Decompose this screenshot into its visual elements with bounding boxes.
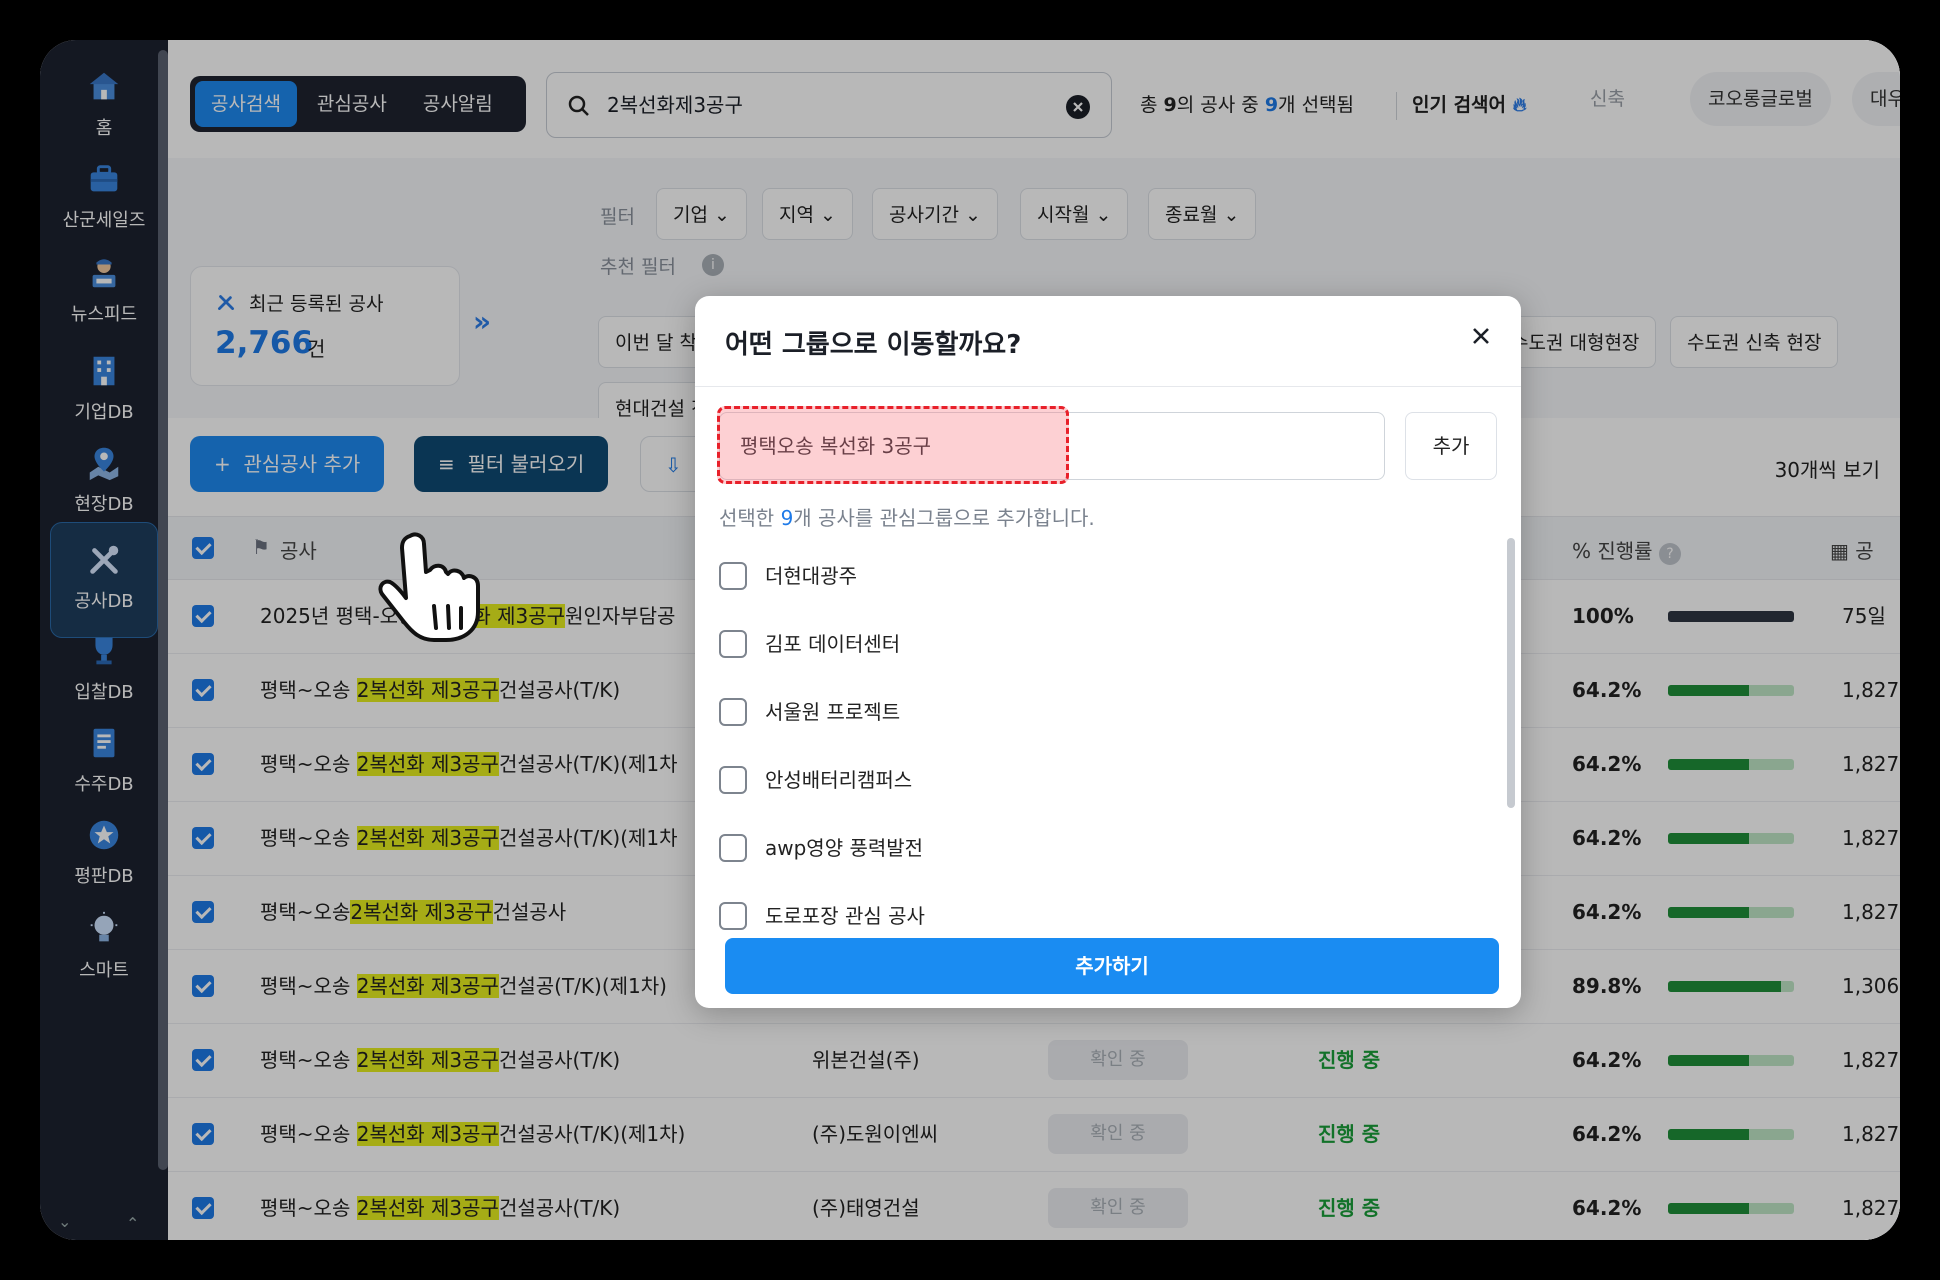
group-label: 서울원 프로젝트 bbox=[765, 700, 901, 724]
group-checkbox[interactable] bbox=[719, 630, 747, 658]
submit-button[interactable]: 추가하기 bbox=[725, 938, 1499, 994]
group-option[interactable]: 더현대광주 bbox=[719, 558, 1319, 598]
group-label: 김포 데이터센터 bbox=[765, 632, 901, 656]
group-option[interactable]: 서울원 프로젝트 bbox=[719, 694, 1319, 734]
group-checkbox[interactable] bbox=[719, 834, 747, 862]
group-list-scrollbar[interactable] bbox=[1507, 538, 1515, 808]
group-option[interactable]: 김포 데이터센터 bbox=[719, 626, 1319, 666]
group-label: 더현대광주 bbox=[765, 564, 857, 588]
divider bbox=[695, 386, 1521, 387]
group-checkbox[interactable] bbox=[719, 766, 747, 794]
dialog-hint: 선택한 9개 공사를 관심그룹으로 추가합니다. bbox=[719, 506, 1095, 530]
pointer-hand-icon bbox=[378, 532, 480, 642]
group-label: 도로포장 관심 공사 bbox=[765, 904, 925, 928]
device-frame: 홈 산군세일즈 뉴스피드 기업DB 현장DB 공사DB 입찰DB 수주DB 평판… bbox=[0, 0, 1940, 1280]
group-option[interactable]: 안성배터리캠퍼스 bbox=[719, 762, 1319, 802]
close-icon[interactable] bbox=[1463, 318, 1499, 354]
group-option[interactable]: 도로포장 관심 공사 bbox=[719, 898, 1319, 938]
group-label: 안성배터리캠퍼스 bbox=[765, 768, 913, 792]
input-highlight-annotation bbox=[717, 406, 1069, 484]
group-checkbox[interactable] bbox=[719, 562, 747, 590]
group-option[interactable]: awp영양 풍력발전 bbox=[719, 830, 1319, 870]
group-label: awp영양 풍력발전 bbox=[765, 836, 924, 860]
move-group-dialog: 어떤 그룹으로 이동할까요? 평택오송 복선화 3공구 추가 선택한 9개 공사… bbox=[695, 296, 1521, 1008]
app-screen: 홈 산군세일즈 뉴스피드 기업DB 현장DB 공사DB 입찰DB 수주DB 평판… bbox=[40, 40, 1900, 1240]
add-group-button[interactable]: 추가 bbox=[1405, 412, 1497, 480]
group-checkbox[interactable] bbox=[719, 902, 747, 930]
group-checkbox[interactable] bbox=[719, 698, 747, 726]
dialog-title: 어떤 그룹으로 이동할까요? bbox=[725, 330, 1022, 360]
